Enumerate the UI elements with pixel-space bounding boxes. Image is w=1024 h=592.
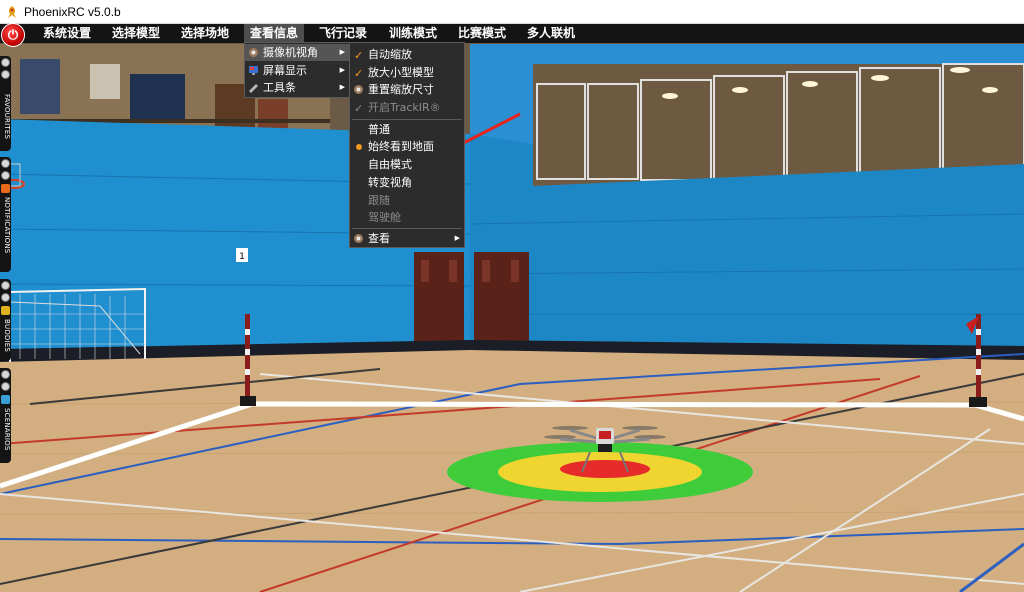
camera-icon	[249, 48, 258, 57]
menu-multiplayer[interactable]: 多人联机	[521, 24, 581, 43]
camera-view-label: 查看	[368, 232, 390, 245]
camera-reset-zoom[interactable]: 重置缩放尺寸	[350, 81, 464, 98]
sidebar-tab-notifications[interactable]: NOTIFICATIONS	[0, 157, 11, 272]
close-icon[interactable]	[1, 159, 10, 168]
menu-training-mode[interactable]: 训练模式	[383, 24, 443, 43]
submenu-arrow-icon: ▶	[339, 66, 345, 74]
view-menu-camera-label: 摄像机视角	[263, 46, 318, 59]
camera-follow-label: 跟随	[368, 194, 390, 207]
phoenix-app-icon	[8, 5, 16, 18]
view-menu-screen-display[interactable]: 屏幕显示 ▶	[245, 62, 349, 79]
submenu-arrow-icon: ▶	[339, 48, 345, 56]
sidebar-tab-scenarios[interactable]: SCENARIOS	[0, 368, 11, 463]
pin-icon[interactable]	[1, 171, 10, 180]
view-menu-toolbar[interactable]: 工具条 ▶	[245, 79, 349, 96]
window-title: PhoenixRC v5.0.b	[24, 4, 121, 19]
checkmark-icon: ✓	[354, 67, 364, 80]
wall-number-text: 1	[239, 252, 245, 262]
scenarios-icon	[1, 395, 10, 404]
buddies-icon	[1, 306, 10, 315]
camera-always-see-ground-label: 始终看到地面	[368, 140, 434, 153]
camera-view-submenu: ✓ 自动缩放 ✓ 放大小型模型 重置缩放尺寸 ✓ 开启TrackIR® 普通 始…	[349, 42, 465, 248]
checkmark-icon: ✓	[354, 102, 364, 115]
view-info-dropdown: 摄像机视角 ▶ 屏幕显示 ▶ 工具条 ▶	[244, 42, 350, 98]
camera-icon	[354, 85, 363, 94]
alert-icon	[1, 184, 10, 193]
camera-free-mode-label: 自由模式	[368, 158, 412, 171]
camera-auto-zoom[interactable]: ✓ 自动缩放	[350, 46, 464, 63]
view-menu-toolbar-label: 工具条	[263, 81, 296, 94]
menu-competition-mode[interactable]: 比赛模式	[452, 24, 512, 43]
menu-view-info[interactable]: 查看信息	[244, 24, 305, 43]
window-title-bar: PhoenixRC v5.0.b	[0, 0, 1024, 24]
camera-change-view-label: 转变视角	[368, 176, 412, 189]
camera-normal-label: 普通	[368, 123, 390, 136]
sidebar-tab-buddies[interactable]: BUDDIES	[0, 279, 11, 361]
camera-enlarge-small-models[interactable]: ✓ 放大小型模型	[350, 64, 464, 81]
toolbar-icon	[249, 84, 258, 93]
sidebar-tab-buddies-label: BUDDIES	[3, 319, 11, 353]
sidebar-tab-notifications-label: NOTIFICATIONS	[3, 197, 11, 254]
phoenix-logo-button[interactable]: ⏻	[1, 23, 25, 47]
checkmark-icon: ✓	[354, 49, 364, 62]
gallery-window	[90, 64, 120, 99]
view-menu-screen-display-label: 屏幕显示	[263, 64, 307, 77]
flight-scene[interactable]: 1	[0, 24, 1024, 592]
menu-select-field[interactable]: 选择场地	[175, 24, 235, 43]
camera-cockpit-label: 驾驶舱	[368, 211, 401, 224]
camera-view-submenu-item[interactable]: 查看 ▶	[350, 230, 464, 247]
view-menu-camera[interactable]: 摄像机视角 ▶	[245, 44, 349, 61]
submenu-arrow-icon: ▶	[339, 83, 345, 91]
camera-enlarge-small-models-label: 放大小型模型	[368, 66, 434, 79]
power-icon: ⏻	[7, 27, 19, 43]
sidebar-tab-favourites-label: FAVOURITES	[3, 94, 11, 140]
sidebar-tab-scenarios-label: SCENARIOS	[3, 408, 11, 451]
menu-separator	[352, 119, 462, 120]
camera-free-mode[interactable]: 自由模式	[350, 156, 464, 173]
camera-icon	[354, 234, 363, 243]
menu-system-settings[interactable]: 系统设置	[37, 24, 97, 43]
menu-separator	[352, 228, 462, 229]
screen-icon	[249, 66, 258, 75]
submenu-arrow-icon: ▶	[454, 234, 460, 242]
radio-selected-icon	[356, 144, 362, 150]
pin-icon[interactable]	[1, 382, 10, 391]
camera-trackir-label: 开启TrackIR®	[368, 101, 441, 114]
gallery-door	[20, 59, 60, 114]
close-icon[interactable]	[1, 281, 10, 290]
camera-normal[interactable]: 普通	[350, 121, 464, 138]
camera-cockpit: 驾驶舱	[350, 209, 464, 226]
camera-trackir: ✓ 开启TrackIR®	[350, 99, 464, 116]
camera-follow: 跟随	[350, 192, 464, 209]
camera-reset-zoom-label: 重置缩放尺寸	[368, 83, 434, 96]
gallery-board	[130, 74, 185, 119]
camera-always-see-ground[interactable]: 始终看到地面	[350, 138, 464, 155]
camera-auto-zoom-label: 自动缩放	[368, 48, 412, 61]
close-icon[interactable]	[1, 370, 10, 379]
camera-change-view[interactable]: 转变视角	[350, 174, 464, 191]
pin-icon[interactable]	[1, 70, 10, 79]
gym-scene-graphic: 1	[0, 24, 1024, 592]
sidebar-tab-favourites[interactable]: FAVOURITES	[0, 56, 11, 151]
menu-select-model[interactable]: 选择模型	[106, 24, 166, 43]
pin-icon[interactable]	[1, 293, 10, 302]
menu-flight-log[interactable]: 飞行记录	[313, 24, 373, 43]
close-icon[interactable]	[1, 58, 10, 67]
